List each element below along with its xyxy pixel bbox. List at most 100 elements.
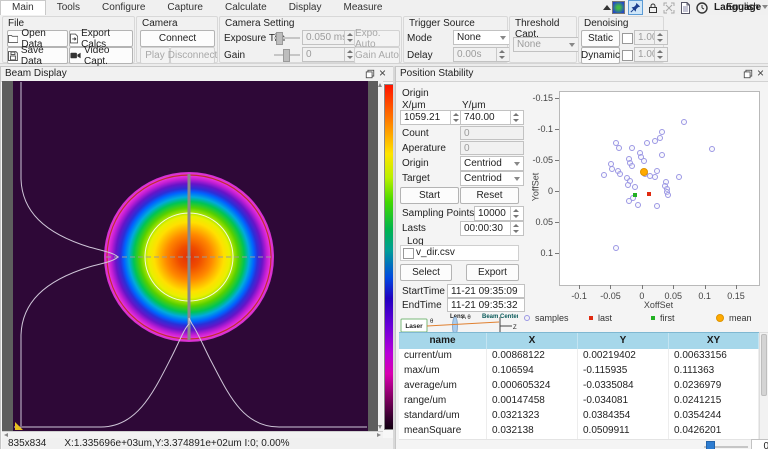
dynamic-button[interactable]: Dynamic bbox=[581, 47, 620, 64]
static-spinner[interactable] bbox=[654, 31, 664, 44]
export-button[interactable]: Export bbox=[466, 264, 519, 281]
float-panel-icon[interactable] bbox=[742, 68, 753, 79]
target-label: Target bbox=[402, 173, 430, 184]
table-header-X[interactable]: X bbox=[487, 333, 578, 349]
select-button[interactable]: Select bbox=[400, 264, 452, 281]
stability-scatter-plot[interactable] bbox=[559, 91, 760, 286]
static-value-field[interactable]: 1.00 bbox=[634, 30, 668, 45]
history-slider-handle[interactable] bbox=[706, 441, 715, 449]
play-button[interactable]: Play bbox=[140, 47, 170, 64]
diagram-laser-label: Laser bbox=[405, 323, 423, 330]
menu-tab-measure[interactable]: Measure bbox=[332, 0, 393, 15]
mode-label: Mode bbox=[407, 33, 432, 44]
beam-panel-header[interactable]: Beam Display × bbox=[1, 67, 394, 82]
clock-icon[interactable] bbox=[695, 1, 708, 14]
reset-button[interactable]: Reset bbox=[460, 187, 519, 204]
origin-x-field[interactable]: 1059.21 bbox=[400, 110, 464, 125]
menu-tab-configure[interactable]: Configure bbox=[91, 0, 156, 15]
gain-value-field[interactable]: 0 bbox=[302, 47, 358, 62]
scroll-up-icon[interactable] bbox=[378, 83, 382, 87]
menu-tab-capture[interactable]: Capture bbox=[156, 0, 214, 15]
sampling-points-field[interactable]: 10000 bbox=[474, 206, 524, 221]
beam-vertical-scrollbar[interactable] bbox=[378, 81, 383, 431]
cursor-position-status: X:1.335696e+03um,Y:3.374891e+02um I:0; 0… bbox=[64, 438, 289, 449]
threshold-capture-group: Threshold Capt. None bbox=[509, 16, 577, 63]
scroll-left-icon[interactable] bbox=[4, 433, 8, 437]
x-profile-curve bbox=[21, 82, 118, 426]
exposure-spinner[interactable] bbox=[344, 31, 354, 44]
exposure-slider[interactable] bbox=[274, 30, 300, 45]
menu-tab-main[interactable]: Main bbox=[0, 0, 46, 15]
count-field: 0 bbox=[460, 126, 524, 140]
history-slider[interactable] bbox=[704, 439, 748, 449]
y-tick-label: 0.05 bbox=[527, 217, 553, 227]
fullscreen-icon[interactable] bbox=[662, 1, 675, 14]
gain-spinner[interactable] bbox=[344, 48, 354, 61]
dynamic-checkbox[interactable] bbox=[622, 50, 633, 61]
samples-data-point bbox=[659, 152, 665, 158]
language-select[interactable]: English bbox=[733, 0, 768, 14]
float-panel-icon[interactable] bbox=[364, 68, 375, 79]
target-select[interactable]: Centriod bbox=[460, 171, 524, 186]
samples-data-point bbox=[665, 192, 671, 198]
dynamic-spinner[interactable] bbox=[654, 48, 664, 61]
static-checkbox[interactable] bbox=[622, 33, 633, 44]
origin-select[interactable]: Centriod bbox=[460, 156, 524, 171]
scroll-right-icon[interactable] bbox=[377, 433, 381, 437]
table-row-meanSquare[interactable]: meanSquare0.0321380.05099110.0426201 bbox=[399, 424, 759, 440]
stability-panel-header[interactable]: Position Stability × bbox=[396, 67, 768, 82]
mode-select[interactable]: None bbox=[453, 30, 510, 45]
corner-marker bbox=[15, 422, 23, 430]
table-header-XY[interactable]: XY bbox=[669, 333, 759, 349]
close-panel-icon[interactable]: × bbox=[755, 68, 766, 79]
exposure-value-field[interactable]: 0.050 ms bbox=[302, 30, 358, 45]
static-button[interactable]: Static bbox=[581, 30, 620, 47]
lasts-field[interactable]: 00:00:30 bbox=[460, 221, 524, 236]
exposure-slider-handle[interactable] bbox=[276, 32, 283, 45]
lasts-spinner[interactable] bbox=[510, 222, 520, 235]
connect-button[interactable]: Connect bbox=[140, 30, 215, 47]
table-scrollbar-thumb[interactable] bbox=[761, 334, 767, 396]
gain-slider[interactable] bbox=[274, 47, 300, 62]
menu-tab-display[interactable]: Display bbox=[278, 0, 333, 15]
save-data-button[interactable]: Save Data bbox=[7, 47, 68, 64]
disconnect-button[interactable]: Disconnect bbox=[170, 47, 215, 64]
scroll-down-icon[interactable] bbox=[378, 425, 382, 429]
table-row-range/um[interactable]: range/um0.00147458-0.0340810.0241215 bbox=[399, 394, 759, 410]
spin-down-icon bbox=[513, 119, 519, 122]
origin-y-spinner[interactable] bbox=[510, 111, 520, 124]
resolution-status: 835x834 bbox=[8, 438, 46, 449]
delay-spinner[interactable] bbox=[496, 48, 506, 61]
pin-icon[interactable] bbox=[628, 0, 643, 15]
close-panel-icon[interactable]: × bbox=[377, 68, 388, 79]
report-icon[interactable] bbox=[679, 1, 692, 14]
stat-value-cell: 0.106594 bbox=[487, 364, 578, 379]
table-row-standard/um[interactable]: standard/um0.03213230.03843540.0354244 bbox=[399, 409, 759, 425]
table-row-current/um[interactable]: current/um0.008681220.002194020.00633156 bbox=[399, 349, 759, 365]
table-scrollbar[interactable] bbox=[759, 332, 768, 444]
lock-icon[interactable] bbox=[646, 1, 659, 14]
dynamic-value-field[interactable]: 1.00 bbox=[634, 47, 668, 62]
origin-y-field[interactable]: 740.00 bbox=[460, 110, 524, 125]
log-file-checkbox[interactable] bbox=[403, 248, 414, 259]
video-camera-icon bbox=[70, 51, 81, 60]
threshold-select[interactable]: None bbox=[513, 37, 579, 52]
video-capture-button[interactable]: Video Capt. bbox=[69, 47, 133, 64]
expo-auto-button[interactable]: Expo. Auto bbox=[354, 30, 400, 47]
table-row-average/um[interactable]: average/um0.000605324-0.03350840.0236979 bbox=[399, 379, 759, 395]
table-row-max/um[interactable]: max/um0.106594-0.1159350.111363 bbox=[399, 364, 759, 380]
start-button[interactable]: Start bbox=[400, 187, 459, 204]
beam-panel-title: Beam Display bbox=[5, 68, 67, 79]
table-header-name[interactable]: name bbox=[399, 333, 487, 349]
delay-field[interactable]: 0.00s bbox=[453, 47, 510, 62]
table-header-Y[interactable]: Y bbox=[578, 333, 669, 349]
colormap-icon[interactable] bbox=[612, 1, 625, 14]
menu-tab-calculate[interactable]: Calculate bbox=[214, 0, 278, 15]
beam-image[interactable] bbox=[13, 81, 368, 431]
gain-auto-button[interactable]: Gain Auto bbox=[354, 47, 400, 64]
origin-x-spinner[interactable] bbox=[450, 111, 460, 124]
sampling-spinner[interactable] bbox=[510, 207, 520, 220]
menu-tab-tools[interactable]: Tools bbox=[46, 0, 91, 15]
gain-slider-handle[interactable] bbox=[283, 49, 290, 62]
samples-data-point bbox=[652, 138, 658, 144]
